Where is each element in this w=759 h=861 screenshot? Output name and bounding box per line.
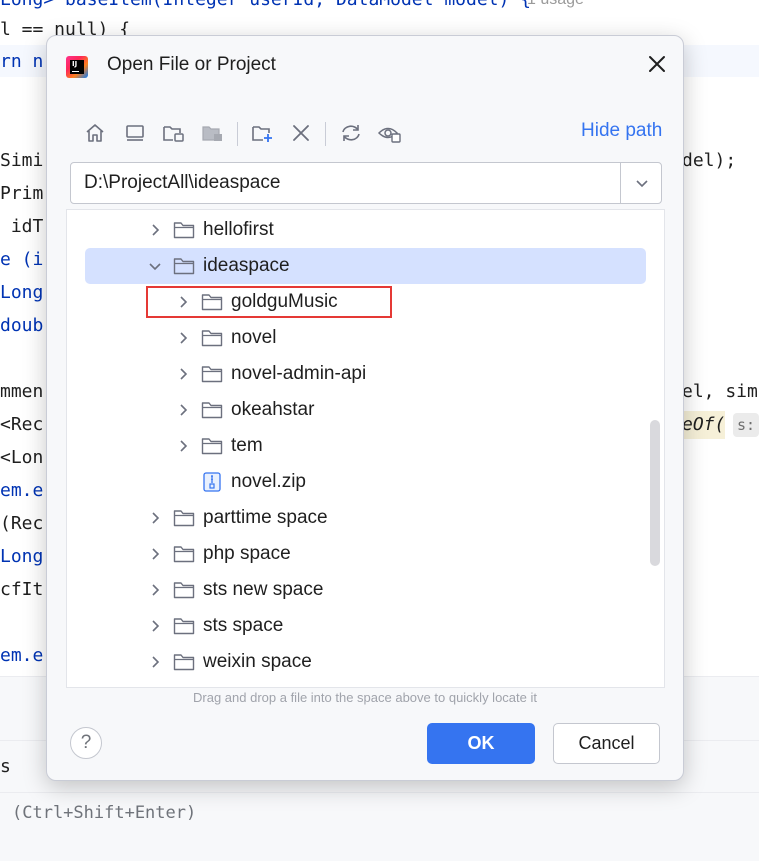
- file-chooser-toolbar: [79, 118, 499, 148]
- code-line: cfIt: [0, 579, 44, 600]
- chevron-right-icon[interactable]: [175, 330, 191, 346]
- tree-row[interactable]: novel-admin-api: [67, 356, 664, 392]
- close-icon[interactable]: [643, 50, 671, 78]
- code-line: idT: [0, 216, 44, 237]
- path-input[interactable]: [71, 163, 619, 203]
- drag-drop-hint: Drag and drop a file into the space abov…: [193, 690, 537, 705]
- delete-icon[interactable]: [287, 118, 315, 148]
- usage-hint: 1 usage: [527, 0, 584, 14]
- tree-item-label: novel: [231, 327, 277, 348]
- code-fragment-right: eOf(: [682, 411, 726, 439]
- tree-item-label: ideaspace: [203, 255, 290, 276]
- shortcut-hint: (Ctrl+Shift+Enter): [12, 803, 197, 823]
- chevron-right-icon[interactable]: [147, 510, 163, 526]
- toolbar-separator: [237, 122, 238, 146]
- selection-highlight: [85, 248, 646, 284]
- folder-icon: [173, 258, 195, 275]
- chevron-right-icon[interactable]: [147, 582, 163, 598]
- tree-row[interactable]: parttime space: [67, 500, 664, 536]
- folder-icon: [201, 438, 223, 455]
- folder-icon: [173, 618, 195, 635]
- folder-icon: [201, 366, 223, 383]
- code-line: Long: [0, 282, 44, 303]
- new-folder-icon[interactable]: [249, 118, 277, 148]
- refresh-icon[interactable]: [337, 118, 365, 148]
- tree-row[interactable]: ideaspace: [67, 248, 664, 284]
- chevron-right-icon[interactable]: [147, 222, 163, 238]
- code-line: rn n: [0, 51, 44, 72]
- chevron-right-icon[interactable]: [147, 546, 163, 562]
- code-line: doub: [0, 315, 44, 336]
- folder-icon: [173, 510, 195, 527]
- tree-item-label: php space: [203, 543, 291, 564]
- folder-icon: [173, 654, 195, 671]
- code-line: mmen: [0, 381, 44, 402]
- ok-button[interactable]: OK: [427, 723, 535, 764]
- tree-item-label: sts new space: [203, 579, 324, 600]
- tree-item-label: novel-admin-api: [231, 363, 367, 384]
- tree-row[interactable]: sts new space: [67, 572, 664, 608]
- open-file-dialog: IJ Open File or Project Hide path D:\Pro…: [46, 35, 684, 781]
- folder-icon: [201, 402, 223, 419]
- chevron-right-icon[interactable]: [175, 438, 191, 454]
- toolbar-separator: [325, 122, 326, 146]
- chevron-down-icon[interactable]: [147, 258, 163, 274]
- code-line: (Rec: [0, 513, 44, 534]
- hide-path-link[interactable]: Hide path: [581, 120, 662, 142]
- tree-item-label: sts space: [203, 615, 284, 636]
- home-icon[interactable]: [81, 118, 109, 148]
- code-fragment-right: el, sim: [682, 381, 758, 402]
- tree-row[interactable]: hellofirst: [67, 212, 664, 248]
- archive-file-icon: [203, 472, 221, 492]
- project-dir-icon[interactable]: [160, 118, 188, 148]
- tree-row[interactable]: novel.zip: [67, 464, 664, 500]
- annotation-highlight-box: [146, 286, 392, 318]
- tree-item-label: hellofirst: [203, 219, 274, 240]
- tree-scrollbar[interactable]: [650, 420, 660, 566]
- tree-item-label: weixin space: [203, 651, 312, 672]
- tree-row[interactable]: php space: [67, 536, 664, 572]
- cancel-button[interactable]: Cancel: [553, 723, 660, 764]
- code-line: em.e: [0, 480, 44, 501]
- code-line: Long> baseItem(Integer userId, DataModel…: [0, 0, 531, 14]
- parameter-hint: s:: [733, 413, 759, 437]
- tree-row[interactable]: tem: [67, 428, 664, 464]
- chevron-right-icon[interactable]: [147, 654, 163, 670]
- desktop-icon[interactable]: [121, 118, 149, 148]
- file-tree: weixin space sts space sts new space php sp…: [66, 209, 665, 688]
- code-line: em.e: [0, 645, 44, 666]
- code-line: Long: [0, 546, 44, 567]
- tree-row[interactable]: okeahstar: [67, 392, 664, 428]
- chevron-right-icon[interactable]: [175, 402, 191, 418]
- dialog-title: Open File or Project: [107, 54, 276, 75]
- folder-icon: [173, 582, 195, 599]
- intellij-logo-icon: IJ: [66, 56, 88, 78]
- module-dir-icon[interactable]: [199, 118, 227, 148]
- chevron-right-icon[interactable]: [175, 366, 191, 382]
- tree-item-label: parttime space: [203, 507, 328, 528]
- folder-icon: [201, 330, 223, 347]
- path-field: [70, 162, 662, 204]
- code-line: <Rec: [0, 414, 44, 435]
- tree-row[interactable]: weixin space: [67, 644, 664, 680]
- tree-item-label: tem: [231, 435, 263, 456]
- folder-icon: [173, 546, 195, 563]
- code-line: e (i: [0, 249, 44, 270]
- panel-divider: [0, 792, 759, 793]
- tree-item-label: novel.zip: [231, 471, 306, 492]
- tree-item-label: okeahstar: [231, 399, 315, 420]
- tree-row[interactable]: sts space: [67, 608, 664, 644]
- code-fragment-right: del);: [682, 150, 737, 171]
- code-line: Prim: [0, 183, 44, 204]
- chevron-right-icon[interactable]: [147, 618, 163, 634]
- tree-row[interactable]: novel: [67, 320, 664, 356]
- help-button[interactable]: ?: [70, 727, 102, 759]
- chevron-down-icon[interactable]: [620, 163, 662, 203]
- code-line: Simi: [0, 150, 44, 171]
- bottom-tab-fragment: s: [0, 756, 11, 777]
- show-hidden-icon[interactable]: [376, 118, 404, 148]
- code-line: <Lon: [0, 447, 44, 468]
- folder-icon: [173, 222, 195, 239]
